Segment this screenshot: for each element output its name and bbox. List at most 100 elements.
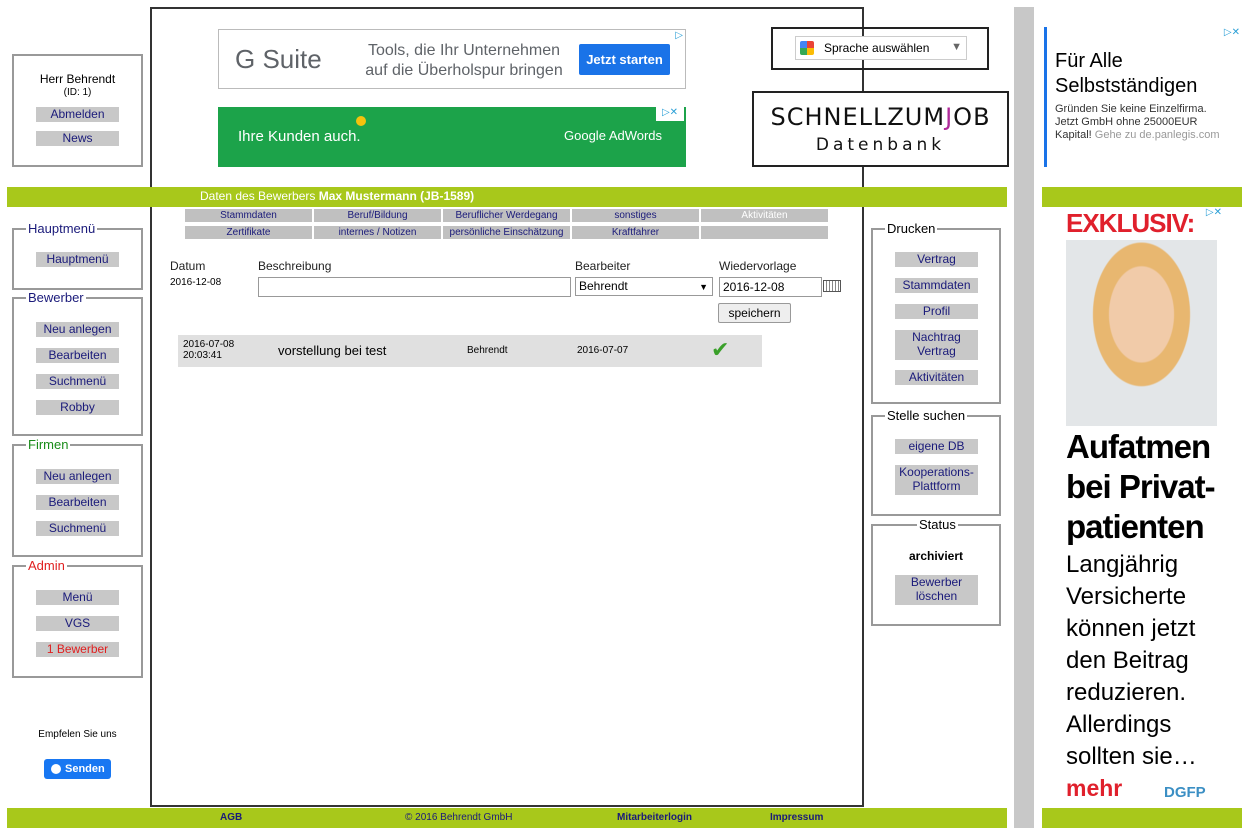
print-stammdaten-button[interactable]: Stammdaten [895, 278, 978, 293]
gsuite-ad[interactable]: G Suite Tools, die Ihr Unternehmen auf d… [218, 29, 686, 89]
logout-button[interactable]: Abmelden [36, 107, 119, 122]
language-box: Sprache auswählen ▼ [771, 27, 989, 70]
scrollbar[interactable] [1014, 7, 1034, 828]
tab-row2-0[interactable]: Zertifikate [185, 226, 312, 239]
headline-1: Aufatmen [1066, 428, 1211, 465]
print-vertrag-button[interactable]: Vertrag [895, 252, 978, 267]
bewerber-search-button[interactable]: Suchmenü [36, 374, 119, 389]
tab-row1-2[interactable]: Beruflicher Werdegang [443, 209, 570, 222]
tab-row2-4 [701, 226, 828, 239]
wiedervorlage-input[interactable] [719, 277, 822, 297]
language-select[interactable]: Sprache auswählen ▼ [795, 36, 967, 60]
side-ad-body-1: Gründen Sie keine Einzelfirma. [1055, 103, 1207, 115]
user-box: Herr Behrendt (ID: 1) Abmelden News [12, 54, 143, 167]
save-button[interactable]: speichern [718, 303, 791, 323]
tab-row1-1[interactable]: Beruf/Bildung [314, 209, 441, 222]
header-bar [7, 187, 1007, 207]
footer-agb-link[interactable]: AGB [220, 812, 242, 823]
stelle-legend: Stelle suchen [885, 408, 968, 423]
adwords-brand: Google AdWords [564, 128, 663, 143]
ad-body-2: Versicherte [1066, 583, 1187, 610]
bearbeiter-select[interactable]: Behrendt ▼ [575, 277, 713, 296]
firmen-new-button[interactable]: Neu anlegen [36, 469, 119, 484]
right-header-bar [1042, 187, 1242, 207]
chevron-down-icon: ▼ [951, 41, 962, 53]
footer-impressum-link[interactable]: Impressum [770, 812, 823, 823]
hauptmenu-group: Hauptmenü Hauptmenü [12, 222, 143, 290]
adchoices-icon[interactable]: ▷✕ [1206, 207, 1222, 218]
eigene-db-button[interactable]: eigene DB [895, 439, 978, 454]
firmen-search-button[interactable]: Suchmenü [36, 521, 119, 536]
language-label: Sprache auswählen [824, 41, 930, 55]
activity-text: vorstellung bei test [278, 343, 387, 358]
kooperation-button[interactable]: Kooperations-Plattform [895, 465, 978, 495]
status-legend: Status [917, 517, 958, 532]
tab-row1-3[interactable]: sonstiges [572, 209, 699, 222]
tab-row2-3[interactable]: Kraftfahrer [572, 226, 699, 239]
adwords-ad[interactable]: Ihre Kunden auch. Google AdWords ▷✕ [218, 107, 686, 167]
drucken-legend: Drucken [885, 221, 938, 236]
news-button[interactable]: News [36, 131, 119, 146]
print-nachtrag-button[interactable]: Nachtrag Vertrag [895, 330, 978, 360]
bewerber-robby-button[interactable]: Robby [36, 400, 119, 415]
user-name: Herr Behrendt [39, 72, 116, 86]
send-button[interactable]: Senden [44, 759, 111, 779]
beschreibung-label: Beschreibung [258, 259, 332, 273]
hauptmenu-button[interactable]: Hauptmenü [36, 252, 119, 267]
gsuite-text-1: Tools, die Ihr Unternehmen [367, 42, 561, 59]
footer-login-link[interactable]: Mitarbeiterlogin [617, 812, 692, 823]
ad-more-link[interactable]: mehr [1066, 775, 1122, 802]
ad-body-6: Allerdings [1066, 711, 1172, 738]
bewerber-new-button[interactable]: Neu anlegen [36, 322, 119, 337]
admin-bewerber-button[interactable]: 1 Bewerber [36, 642, 119, 657]
tab-row2-1[interactable]: internes / Notizen [314, 226, 441, 239]
admin-vgs-button[interactable]: VGS [36, 616, 119, 631]
portrait-image [1066, 240, 1217, 426]
activity-user: Behrendt [467, 345, 508, 356]
adchoices-icon[interactable]: ▷✕ [1224, 27, 1240, 38]
gsuite-cta-button[interactable]: Jetzt starten [579, 44, 670, 75]
wiedervorlage-label: Wiedervorlage [719, 259, 797, 273]
send-label: Senden [65, 763, 105, 775]
logo[interactable]: SCHNELLZUMJOB Datenbank [752, 91, 1009, 167]
ad-body-1: Langjährig [1066, 551, 1179, 578]
ad-body-5: reduzieren. [1066, 679, 1187, 706]
calendar-icon[interactable] [823, 280, 841, 292]
datum-value: 2016-12-08 [170, 277, 222, 288]
firmen-edit-button[interactable]: Bearbeiten [36, 495, 119, 510]
status-value: archiviert [908, 549, 964, 563]
adchoices-icon[interactable]: ▷ [675, 30, 683, 41]
right-footer-bar [1042, 808, 1242, 828]
adchoices-icon[interactable]: ▷✕ [656, 107, 684, 121]
activity-date: 2016-07-08 [183, 339, 235, 350]
side-ad-title-1: Für Alle [1055, 50, 1123, 72]
side-ad-body-2: Jetzt GmbH ohne 25000EUR [1055, 116, 1198, 128]
chevron-down-icon: ▼ [699, 282, 708, 292]
activity-time: 20:03:41 [183, 350, 222, 361]
side-image-ad[interactable]: ▷✕ EXKLUSIV: Aufatmen bei Privat- patien… [1062, 207, 1224, 805]
print-profil-button[interactable]: Profil [895, 304, 978, 319]
firmen-legend: Firmen [26, 437, 71, 452]
bewerber-edit-button[interactable]: Bearbeiten [36, 348, 119, 363]
delete-bewerber-button[interactable]: Bewerber löschen [895, 575, 978, 605]
beschreibung-input[interactable] [258, 277, 571, 297]
gsuite-brand: G Suite [235, 44, 322, 74]
tab-row1-0[interactable]: Stammdaten [185, 209, 312, 222]
tab-row2-2[interactable]: persönliche Einschätzung [443, 226, 570, 239]
google-g-icon [800, 41, 814, 55]
adwords-dot-icon [356, 116, 366, 126]
side-text-ad[interactable]: ▷✕ Für Alle Selbstständigen Gründen Sie … [1044, 27, 1242, 167]
hauptmenu-legend: Hauptmenü [26, 221, 98, 236]
gsuite-text-2: auf die Überholspur bringen [365, 62, 563, 79]
checkmark-icon[interactable]: ✔ [711, 338, 729, 362]
tab-row1-4[interactable]: Aktivitäten [701, 209, 828, 222]
page-title: Daten des Bewerbers Max Mustermann (JB-1… [200, 189, 475, 203]
side-ad-body-3: Kapital! Gehe zu de.panlegis.com [1055, 129, 1220, 141]
ad-body-3: können jetzt [1066, 615, 1196, 642]
datum-label: Datum [170, 259, 206, 273]
firmen-group: Firmen Neu anlegen Bearbeiten Suchmenü [12, 438, 143, 557]
bearbeiter-value: Behrendt [579, 279, 628, 293]
user-id: (ID: 1) [63, 87, 92, 98]
admin-menu-button[interactable]: Menü [36, 590, 119, 605]
print-aktivitaeten-button[interactable]: Aktivitäten [895, 370, 978, 385]
